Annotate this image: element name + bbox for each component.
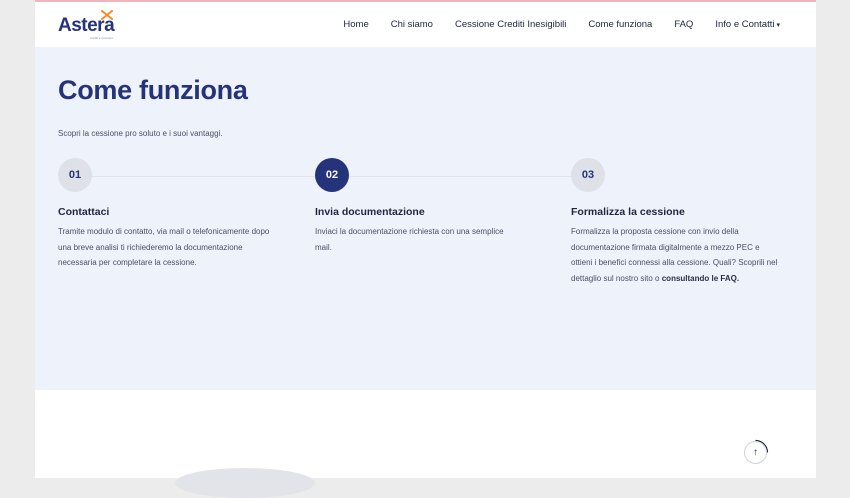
nav-item-info-contatti-label: Info e Contatti (715, 19, 775, 30)
decorative-shape (175, 468, 315, 498)
step-3-number: 03 (571, 158, 605, 192)
how-it-works-section: Come funziona Scopri la cessione pro sol… (35, 47, 816, 390)
page-title: Come funziona (58, 75, 248, 105)
step-1-number: 01 (58, 158, 92, 192)
step-3-title: Formalizza la cessione (571, 206, 685, 218)
step-2-title: Invia documentazione (315, 206, 425, 218)
logo-x-mark-icon (101, 10, 113, 20)
nav-item-faq[interactable]: FAQ (674, 19, 693, 30)
page: Astera crediti e recupero Home Chi siamo… (35, 0, 816, 498)
nav-item-home[interactable]: Home (343, 19, 368, 30)
nav-item-info-contatti[interactable]: Info e Contatti ▾ (715, 19, 780, 30)
nav-item-cessione-crediti[interactable]: Cessione Crediti Inesigibili (455, 19, 566, 30)
page-subtitle: Scopri la cessione pro soluto e i suoi v… (58, 129, 223, 138)
step-3-text: Formalizza la proposta cessione con invi… (571, 224, 781, 286)
logo[interactable]: Astera crediti e recupero (58, 10, 115, 40)
step-1-text: Tramite modulo di contatto, via mail o t… (58, 227, 270, 267)
step-2-text: Inviaci la documentazione richiesta con … (315, 227, 504, 252)
step-2-number: 02 (315, 158, 349, 192)
step-1-title: Contattaci (58, 206, 110, 218)
logo-tagline: crediti e recupero (90, 36, 114, 40)
faq-link[interactable]: consultando le FAQ. (662, 274, 739, 283)
nav-item-chi-siamo[interactable]: Chi siamo (391, 19, 433, 30)
main-nav: Home Chi siamo Cessione Crediti Inesigib… (343, 19, 780, 30)
chevron-down-icon: ▾ (776, 22, 780, 29)
navbar: Astera crediti e recupero Home Chi siamo… (35, 2, 816, 47)
scroll-to-top-button[interactable]: ↑ (744, 441, 767, 464)
nav-item-come-funziona[interactable]: Come funziona (588, 19, 652, 30)
arrow-up-icon: ↑ (753, 447, 758, 458)
